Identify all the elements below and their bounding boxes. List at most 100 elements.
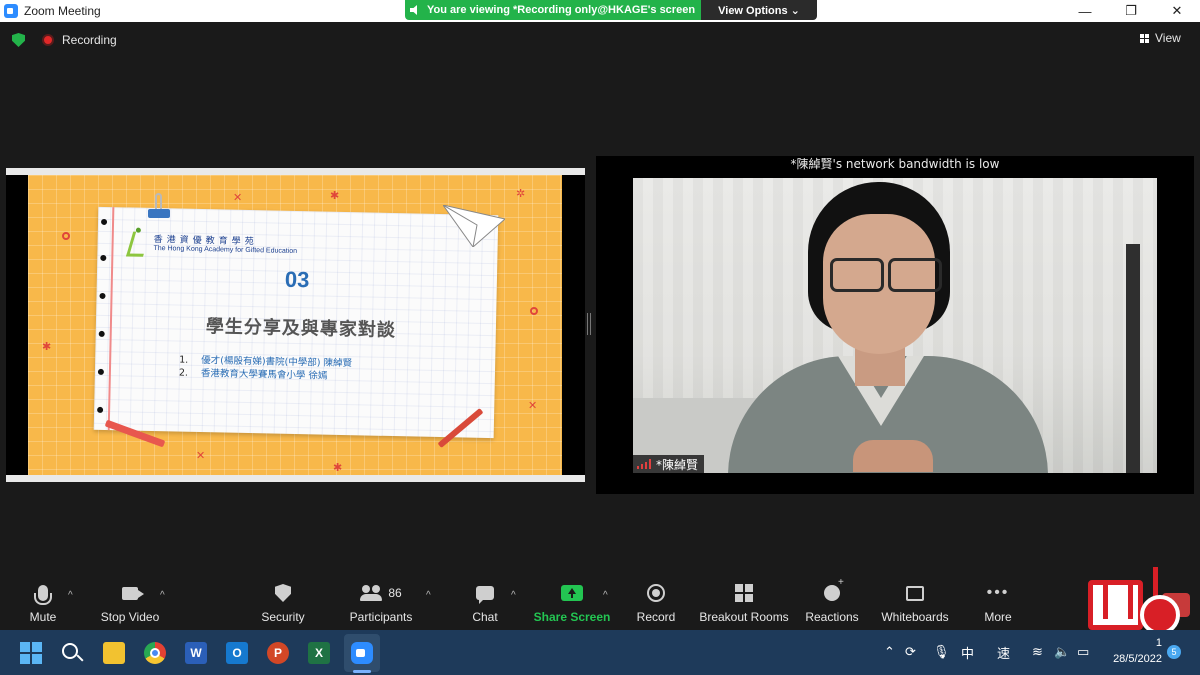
share-options-chevron-icon[interactable] [603, 592, 611, 600]
chrome-icon[interactable] [144, 642, 166, 664]
file-explorer-icon[interactable] [103, 642, 125, 664]
stop-video-button[interactable]: Stop Video [98, 580, 162, 630]
more-button[interactable]: ••• More [980, 580, 1016, 630]
participant-video-feed [633, 178, 1157, 473]
chat-bubble-icon [476, 586, 494, 604]
shield-icon [275, 584, 291, 602]
outlook-icon[interactable]: O [226, 642, 248, 664]
participant-count: 86 [388, 586, 402, 600]
binder-hole [99, 292, 106, 300]
binder-hole [101, 218, 108, 226]
record-icon [647, 584, 665, 602]
reactions-smiley-icon [824, 577, 844, 601]
notification-badge[interactable]: 5 [1167, 645, 1181, 659]
excel-icon[interactable]: X [308, 642, 330, 664]
participants-options-chevron-icon[interactable] [426, 592, 434, 600]
window-controls: — ❐ ✕ [1062, 0, 1200, 22]
hkage-logo: 香港資優教育學苑 The Hong Kong Academy for Gifte… [127, 227, 297, 259]
viewing-status: You are viewing *Recording only@HKAGE's … [405, 0, 701, 20]
participant-name-tag: *陳綽賢 [633, 455, 705, 473]
volume-icon[interactable]: 🔈 [1054, 630, 1070, 675]
chat-button[interactable]: Chat [464, 580, 506, 630]
reactions-button[interactable]: Reactions [805, 577, 859, 630]
slide-title: 學生分享及與專家對談 [205, 316, 397, 342]
whiteboard-icon [906, 585, 924, 601]
binder-clip-icon [148, 193, 170, 219]
participant-video-tile[interactable]: *陳綽賢's network bandwidth is low *陳綽賢 [596, 156, 1194, 494]
video-camera-icon [122, 586, 138, 600]
zoom-app-icon [4, 4, 18, 18]
speaker-list: 1. 優才(楊殷有娣)書院(中學部) 陳綽賢 2. 香港教育大學賽馬會小學 徐嫣 [179, 354, 352, 384]
mute-button[interactable]: Mute [18, 580, 68, 630]
binder-hole [98, 330, 105, 337]
breakout-rooms-icon [735, 584, 753, 602]
speaker-icon [410, 5, 417, 15]
participants-button[interactable]: 86 Participants [347, 580, 415, 630]
viewing-text: You are viewing *Recording only@HKAGE's … [427, 4, 696, 16]
powerpoint-icon[interactable]: P [267, 642, 289, 664]
decoration-cross: ✕ [528, 400, 538, 412]
binder-hole [97, 368, 104, 375]
restore-icon[interactable]: ❐ [1108, 0, 1154, 22]
windows-start-icon[interactable] [20, 642, 42, 664]
view-options-button[interactable]: View Options ⌄ [701, 0, 817, 20]
decoration-star: ✱ [330, 190, 340, 202]
battery-icon[interactable]: ▭ [1077, 630, 1089, 675]
taskbar-clock[interactable]: 1 28/5/2022 [1100, 635, 1162, 667]
audio-options-chevron-icon[interactable] [68, 592, 76, 600]
clock-date: 28/5/2022 [1113, 653, 1162, 665]
ime-language-label[interactable]: 中 [961, 630, 974, 675]
zoom-taskbar-icon[interactable] [351, 642, 373, 664]
security-button[interactable]: Security [258, 580, 308, 630]
minimize-icon[interactable]: — [1062, 0, 1108, 22]
close-icon[interactable]: ✕ [1154, 0, 1200, 22]
shared-screen[interactable]: ✕ ✱ ✲ ✱ ✕ ✕ ✱ 香港資優教育學苑 The Hong Kong Aca… [6, 168, 585, 482]
meeting-toolbar: Mute Stop Video Security 86 Participants… [0, 577, 1200, 630]
view-button[interactable]: View [1140, 28, 1192, 48]
view-grid-icon [1140, 33, 1149, 43]
decoration-cross: ✕ [233, 192, 243, 204]
whiteboards-button[interactable]: Whiteboards [880, 580, 950, 630]
split-view-handle[interactable] [587, 313, 591, 335]
decoration-star: ✱ [333, 462, 343, 474]
word-icon[interactable]: W [185, 642, 207, 664]
bandwidth-notice: *陳綽賢's network bandwidth is low [790, 157, 1000, 171]
sync-icon[interactable]: ⟳ [905, 630, 916, 675]
binder-hole [97, 406, 104, 413]
wifi-icon[interactable]: ≋ [1032, 630, 1043, 675]
view-label: View [1155, 31, 1181, 45]
decoration-circle [62, 232, 70, 240]
shared-window-titlebar [6, 168, 585, 175]
paper-plane-icon [443, 205, 505, 247]
recording-dot-icon [42, 34, 54, 46]
windows-taskbar: W O P X ⌃ ⟳ 🎙 中 速 ≋ 🔈 ▭ [0, 630, 1200, 675]
notepaper: 香港資優教育學苑 The Hong Kong Academy for Gifte… [93, 206, 499, 439]
zoom-meeting-screen: Zoom Meeting — ❐ ✕ You are viewing *Reco… [0, 0, 1200, 675]
decoration-star: ✲ [516, 188, 526, 200]
decoration-star: ✱ [42, 341, 52, 353]
encryption-shield-icon[interactable] [12, 33, 25, 47]
presentation-slide: ✕ ✱ ✲ ✱ ✕ ✕ ✱ 香港資優教育學苑 The Hong Kong Aca… [28, 175, 562, 475]
participant-name: *陳綽賢 [656, 457, 699, 472]
window-title: Zoom Meeting [24, 4, 101, 18]
share-screen-button[interactable]: Share Screen [534, 580, 610, 630]
margin-line [107, 207, 115, 431]
video-options-chevron-icon[interactable] [160, 592, 168, 600]
viewing-banner: You are viewing *Recording only@HKAGE's … [405, 0, 817, 20]
decoration-circle [530, 307, 538, 315]
ime-mode-label[interactable]: 速 [997, 630, 1010, 675]
show-hidden-icons-chevron-icon[interactable]: ⌃ [884, 630, 895, 675]
share-screen-icon [561, 585, 583, 601]
microphone-tray-icon[interactable]: 🎙 [933, 630, 950, 675]
participants-icon [360, 585, 383, 601]
binder-hole [100, 254, 107, 262]
clock-time: 1 [1155, 637, 1162, 649]
chat-options-chevron-icon[interactable] [511, 592, 519, 600]
breakout-rooms-button[interactable]: Breakout Rooms [699, 580, 789, 630]
signal-strength-icon [637, 459, 651, 469]
more-dots-icon: ••• [986, 584, 1010, 601]
recording-label: Recording [62, 33, 117, 47]
microphone-icon [34, 585, 52, 605]
search-icon[interactable] [62, 643, 78, 659]
record-button[interactable]: Record [634, 580, 678, 630]
